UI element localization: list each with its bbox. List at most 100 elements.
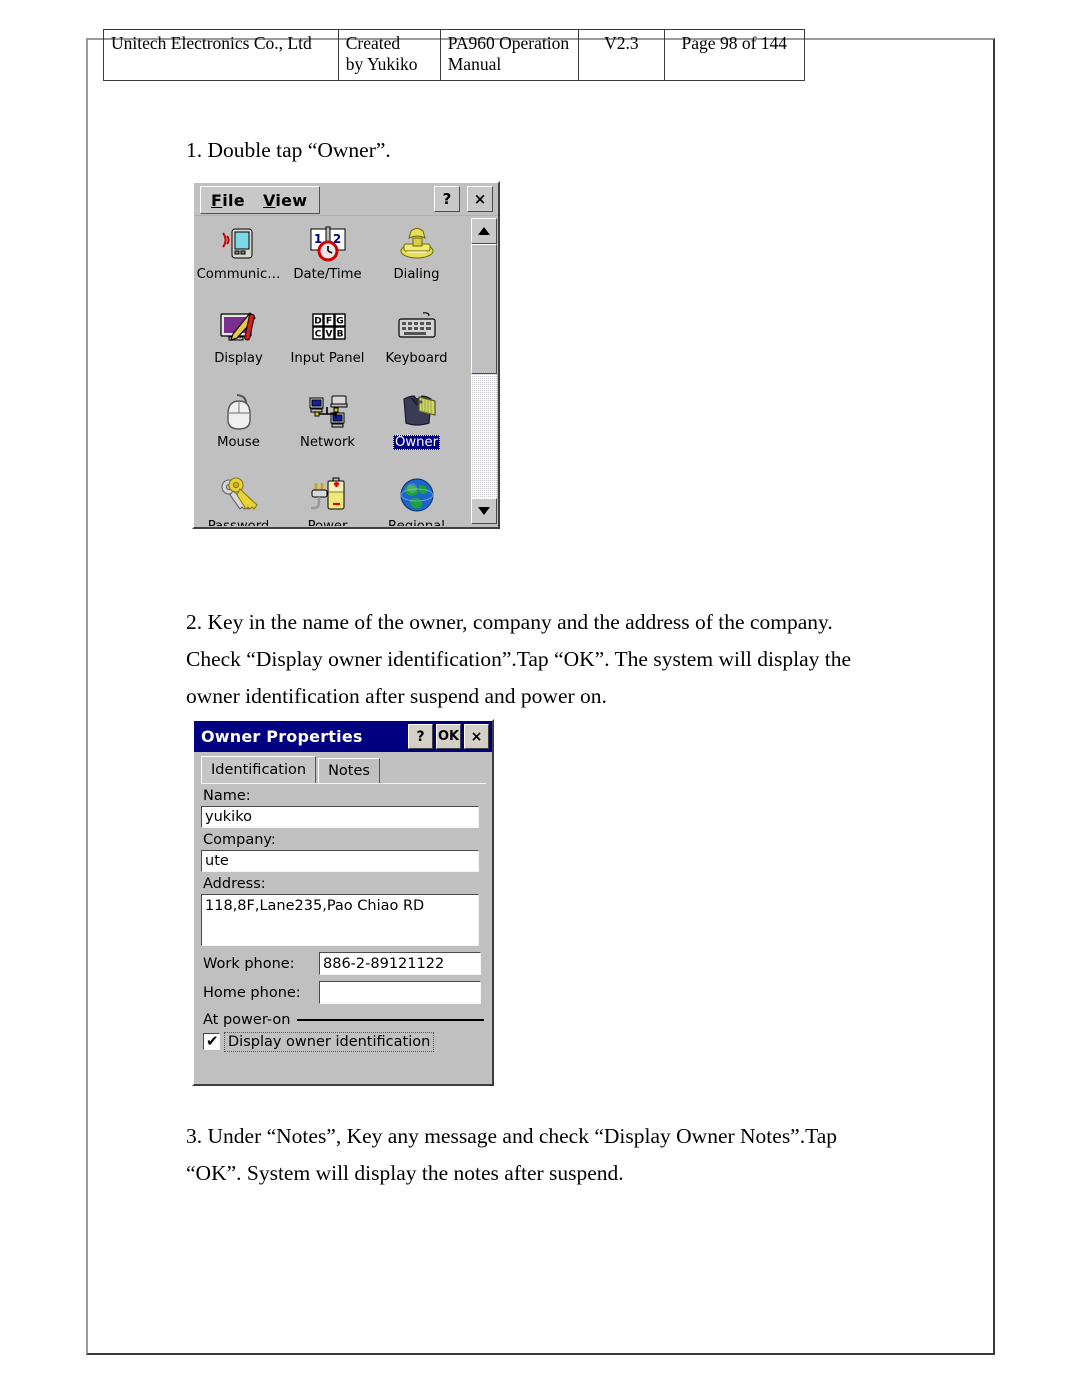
menu-file-accel: F xyxy=(211,190,223,210)
cpl-icon-regional[interactable]: Regional xyxy=(372,470,461,526)
dialog-titlebar: Owner Properties ? OK × xyxy=(194,721,492,752)
group-divider xyxy=(297,1019,484,1021)
svg-text:B: B xyxy=(336,330,343,340)
cpl-icon-owner[interactable]: Owner xyxy=(372,386,461,470)
tab-identification[interactable]: Identification xyxy=(201,756,317,783)
svg-text:C: C xyxy=(314,330,321,340)
name-label: Name: xyxy=(203,788,251,804)
cpl-icon-label: Communic… xyxy=(196,267,281,282)
dialog-titlebar-buttons: ? OK × xyxy=(408,724,489,749)
cpl-icon-label: Owner xyxy=(392,435,441,451)
cpl-icon-label: Keyboard xyxy=(385,351,448,366)
input-panel-icon: DFG CVB xyxy=(306,305,350,349)
menu-group: File View xyxy=(200,186,321,214)
at-power-on-label: At power-on xyxy=(203,1012,291,1028)
vertical-scrollbar[interactable] xyxy=(471,218,497,524)
home-phone-input[interactable] xyxy=(319,981,481,1004)
company-label: Company: xyxy=(203,832,276,848)
scroll-up-arrow-icon[interactable] xyxy=(471,218,497,244)
cpl-icon-date-time[interactable]: 1 2 Date/Time xyxy=(283,218,372,302)
menu-item-file[interactable]: File xyxy=(211,191,245,210)
cpl-icon-label: Dialing xyxy=(393,267,440,282)
control-panel-body: Communic… 1 2 Date/Time Dialing Display … xyxy=(194,216,498,526)
header-page-cell: Page 98 of 144 xyxy=(663,29,806,81)
help-button[interactable]: ? xyxy=(434,186,460,212)
communication-icon xyxy=(217,221,261,265)
close-icon[interactable]: × xyxy=(464,724,489,749)
address-input[interactable]: 118,8F,Lane235,Pao Chiao RD xyxy=(201,894,479,946)
company-input[interactable]: ute xyxy=(201,850,479,872)
cpl-icon-label: Power xyxy=(307,519,349,526)
step-1-text: 1. Double tap “Owner”. xyxy=(186,138,391,162)
cpl-icon-network[interactable]: Network xyxy=(283,386,372,470)
check-icon: ✔ xyxy=(206,1032,219,1050)
work-phone-row: Work phone: 886-2-89121122 xyxy=(201,952,486,975)
regional-icon xyxy=(395,473,439,517)
scroll-down-arrow-icon[interactable] xyxy=(471,498,497,524)
menu-item-view[interactable]: View xyxy=(263,191,307,210)
svg-text:G: G xyxy=(336,317,343,327)
cpl-icon-label: Mouse xyxy=(217,435,260,450)
scrollbar-thumb[interactable] xyxy=(471,244,497,374)
work-phone-label: Work phone: xyxy=(203,955,295,972)
header-created-by-cell: Created by Yukiko xyxy=(337,29,441,81)
date-time-icon: 1 2 xyxy=(306,221,350,265)
dialog-body: Identification Notes Name: yukiko Compan… xyxy=(194,752,492,1084)
help-button[interactable]: ? xyxy=(408,724,433,749)
ok-button[interactable]: OK xyxy=(436,724,461,749)
name-input[interactable]: yukiko xyxy=(201,806,479,828)
tabstrip: Identification Notes xyxy=(201,756,486,784)
home-phone-label: Home phone: xyxy=(203,984,301,1001)
display-owner-identification-checkbox[interactable]: ✔ xyxy=(203,1033,220,1050)
svg-text:F: F xyxy=(325,317,331,327)
menu-view-accel: V xyxy=(262,190,276,210)
work-phone-input[interactable]: 886-2-89121122 xyxy=(319,952,481,975)
address-label: Address: xyxy=(203,876,266,892)
control-panel-menubar: File View ? × xyxy=(194,183,498,216)
control-panel-icon-grid: Communic… 1 2 Date/Time Dialing Display … xyxy=(194,218,462,526)
header-manual-cell: PA960 Operation Manual xyxy=(439,29,580,81)
keyboard-icon xyxy=(395,305,439,349)
step-3-text: 3. Under “Notes”, Key any message and ch… xyxy=(186,1124,838,1185)
header-version-cell: V2.3 xyxy=(578,29,665,81)
cpl-icon-communication[interactable]: Communic… xyxy=(194,218,283,302)
owner-properties-dialog: Owner Properties ? OK × Identification N… xyxy=(192,719,494,1086)
cpl-icon-mouse[interactable]: Mouse xyxy=(194,386,283,470)
table-row: Unitech Electronics Co., Ltd Created by … xyxy=(103,29,806,81)
power-icon xyxy=(306,473,350,517)
cpl-icon-label: Password xyxy=(207,519,271,526)
cpl-icon-label: Regional xyxy=(387,519,446,526)
password-icon xyxy=(217,473,261,517)
cpl-icon-input-panel[interactable]: D F G C V B Input Panel xyxy=(283,302,372,386)
display-owner-identification-label: Display owner identification xyxy=(223,1031,435,1052)
dialog-title: Owner Properties xyxy=(201,727,363,746)
step-2-text: 2. Key in the name of the owner, company… xyxy=(186,610,852,708)
cpl-icon-password[interactable]: Password xyxy=(194,470,283,526)
close-icon[interactable]: × xyxy=(467,186,493,212)
cpl-icon-label: Date/Time xyxy=(293,267,362,282)
cpl-icon-label: Display xyxy=(214,351,263,366)
svg-text:V: V xyxy=(325,330,332,340)
scrollbar-track[interactable] xyxy=(471,244,497,498)
cpl-icon-dialing[interactable]: Dialing xyxy=(372,218,461,302)
display-owner-identification-row[interactable]: ✔ Display owner identification xyxy=(203,1031,486,1052)
cpl-icon-keyboard[interactable]: Keyboard xyxy=(372,302,461,386)
cpl-icon-display[interactable]: Display xyxy=(194,302,283,386)
cpl-icon-label: Network xyxy=(299,435,356,450)
tab-notes[interactable]: Notes xyxy=(318,758,380,783)
home-phone-row: Home phone: xyxy=(201,981,486,1004)
at-power-on-group-header: At power-on xyxy=(201,1012,486,1028)
document-header-table: Unitech Electronics Co., Ltd Created by … xyxy=(103,29,806,81)
cpl-icon-power[interactable]: Power xyxy=(283,470,372,526)
cpl-icon-label: Input Panel xyxy=(290,351,365,366)
mouse-icon xyxy=(217,389,261,433)
svg-text:D: D xyxy=(314,317,321,327)
menu-view-rest: iew xyxy=(275,190,308,210)
dialing-icon xyxy=(395,221,439,265)
network-icon xyxy=(306,389,350,433)
menu-file-rest: ile xyxy=(222,190,245,210)
owner-icon xyxy=(395,389,439,433)
control-panel-window: File View ? × Communic… 1 2 Date/Time Di… xyxy=(192,181,500,529)
header-company-cell: Unitech Electronics Co., Ltd xyxy=(103,29,339,81)
display-icon xyxy=(217,305,261,349)
